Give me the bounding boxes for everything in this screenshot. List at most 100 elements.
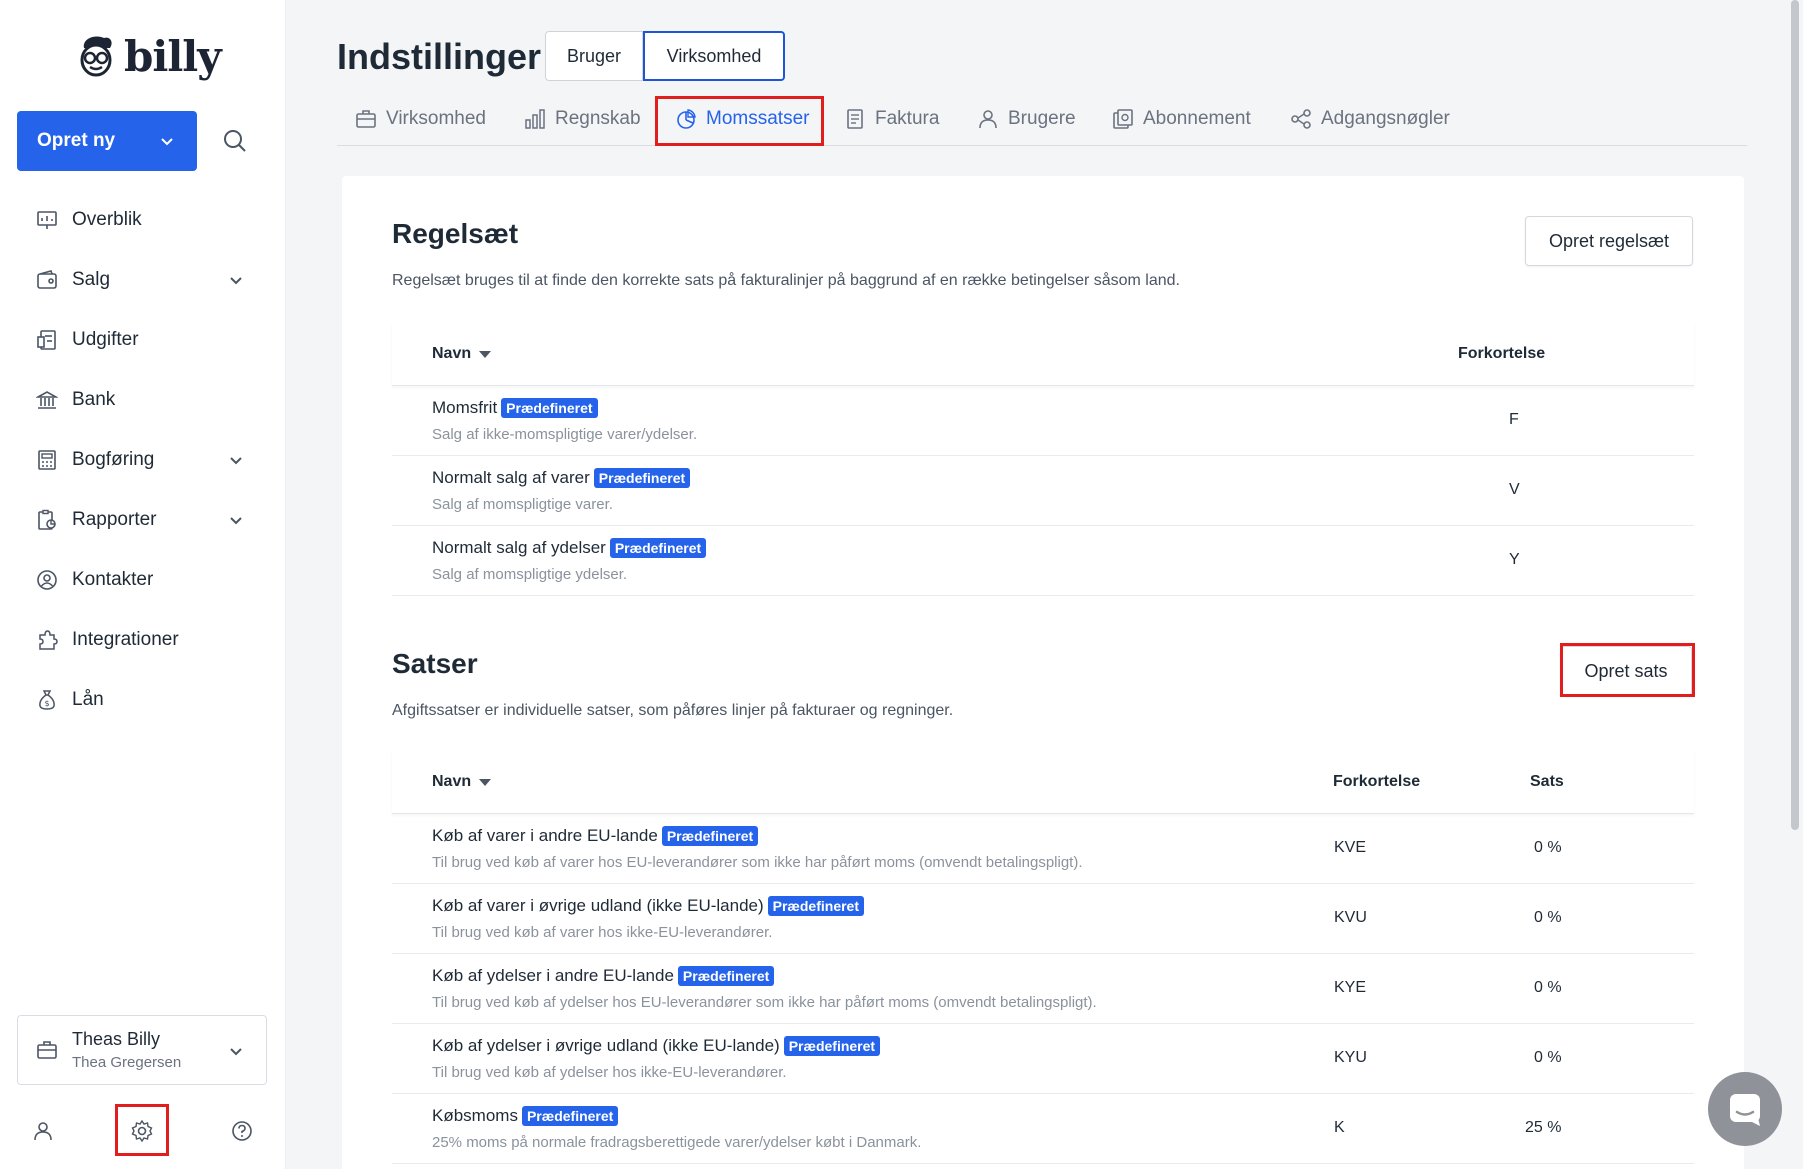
row-abbr: K (1334, 1119, 1345, 1136)
row-abbr: KVU (1334, 909, 1367, 926)
sidebar-item-laan[interactable]: $ Lån (0, 670, 286, 730)
help-icon[interactable] (229, 1118, 255, 1144)
create-ruleset-button[interactable]: Opret regelsæt (1525, 216, 1693, 266)
tab-label: Brugere (1008, 108, 1076, 129)
predefined-badge: Prædefineret (677, 966, 775, 986)
search-icon[interactable] (222, 128, 248, 154)
sidebar-item-salg[interactable]: Salg (0, 250, 286, 310)
row-abbr: Y (1509, 551, 1520, 568)
sort-caret-icon (479, 350, 492, 358)
sidebar-item-bogforing[interactable]: Bogføring (0, 430, 286, 490)
sidebar-item-overblik[interactable]: Overblik (0, 190, 286, 250)
segment-bruger[interactable]: Bruger (545, 31, 643, 81)
tab-label: Faktura (875, 108, 940, 129)
table-row[interactable]: Momsfrit Prædefineret Salg af ikke-momspl… (392, 386, 1694, 456)
page-title: Indstillinger (337, 36, 542, 77)
row-abbr: KYE (1334, 979, 1367, 996)
organization-user: Thea Gregersen (72, 1054, 182, 1071)
bank-icon (36, 391, 58, 409)
puzzle-icon (39, 630, 58, 650)
rulesets-description: Regelsæt bruges til at finde den korrekt… (392, 272, 1180, 289)
chevron-down-icon[interactable] (228, 272, 244, 288)
sidebar-item-label: Lån (72, 689, 104, 710)
segment-virksomhed[interactable]: Virksomhed (643, 31, 785, 81)
tab-abonnement[interactable]: Abonnement (1112, 96, 1251, 142)
rates-table: Navn Forkortelse Sats Køb af varer i and… (392, 750, 1694, 1164)
rulesets-table: Navn Forkortelse Momsfrit Prædefineret Sa… (392, 322, 1694, 596)
chevron-down-icon[interactable] (228, 512, 244, 528)
tab-virksomhed[interactable]: Virksomhed (355, 96, 486, 142)
row-description: Salg af ikke-momspligtige varer/ydelser. (432, 426, 698, 443)
sidebar-item-bank[interactable]: Bank (0, 370, 286, 430)
create-new-label: Opret ny (37, 130, 116, 151)
row-description: 25% moms på normale fradragsberettigede … (432, 1134, 922, 1151)
settings-scope-toggle: Bruger Virksomhed (545, 31, 785, 81)
sidebar-item-label: Salg (72, 269, 111, 290)
table-row[interactable]: Købsmoms Prædefineret 25% moms på normale… (392, 1094, 1694, 1164)
tab-adgangsnoegler[interactable]: Adgangsnøgler (1290, 96, 1450, 142)
predefined-badge: Prædefineret (661, 826, 759, 846)
sidebar-nav: Overblik Salg Udgifter Bank Bogføring Ra… (0, 190, 286, 730)
settings-highlight-box (115, 1104, 169, 1156)
bar-chart-icon (525, 109, 545, 129)
row-abbr: KYU (1334, 1049, 1367, 1066)
row-name: Køb af varer i øvrige udland (ikke EU-la… (432, 896, 764, 915)
sidebar-item-label: Overblik (72, 209, 142, 230)
tab-brugere[interactable]: Brugere (977, 96, 1076, 142)
row-name: Køb af varer i andre EU-lande (432, 826, 658, 845)
briefcase-icon (37, 1041, 57, 1059)
table-row[interactable]: Normalt salg af varer Prædefineret Salg a… (392, 456, 1694, 526)
tab-regnskab[interactable]: Regnskab (524, 96, 641, 142)
vat-settings-panel: Regelsæt Regelsæt bruges til at finde de… (342, 176, 1744, 1169)
chevron-down-icon[interactable] (228, 452, 244, 468)
table-header: Navn Forkortelse (392, 322, 1694, 386)
create-new-button[interactable]: Opret ny (17, 111, 197, 171)
predefined-badge: Prædefineret (767, 896, 864, 916)
rates-description: Afgiftssatser er individuelle satser, so… (392, 702, 954, 719)
tab-faktura[interactable]: Faktura (844, 96, 939, 142)
chat-icon (1730, 1094, 1760, 1126)
chat-support-button[interactable] (1708, 1072, 1782, 1146)
briefcase-icon (356, 110, 376, 128)
table-row[interactable]: Normalt salg af ydelser Prædefineret Salg… (392, 526, 1694, 596)
row-abbr: KVE (1334, 839, 1367, 856)
sort-by-name[interactable]: Navn (432, 345, 492, 363)
sidebar-item-label: Rapporter (72, 509, 157, 530)
sidebar: billy Opret ny Overblik Salg Udgifter Ba… (0, 0, 286, 1169)
row-abbr: F (1509, 411, 1519, 428)
brand-name: billy (124, 31, 222, 81)
table-row[interactable]: Køb af varer i øvrige udland (ikke EU-la… (392, 884, 1694, 954)
sidebar-item-label: Bogføring (72, 449, 155, 470)
table-row[interactable]: Køb af varer i andre EU-lande Prædefinere… (392, 814, 1694, 884)
page-scrollbar[interactable] (1791, 0, 1799, 830)
column-abbr: Forkortelse (1333, 773, 1421, 790)
row-abbr: V (1509, 481, 1520, 498)
moneybag-icon: $ (39, 690, 55, 710)
sidebar-item-udgifter[interactable]: Udgifter (0, 310, 286, 370)
row-description: Til brug ved køb af varer hos ikke-EU-le… (432, 924, 773, 941)
user-icon (979, 110, 997, 129)
tab-label: Virksomhed (386, 108, 486, 129)
sidebar-item-integrationer[interactable]: Integrationer (0, 610, 286, 670)
user-profile-icon[interactable] (30, 1118, 56, 1144)
chevron-down-icon (230, 1048, 242, 1056)
table-row[interactable]: Køb af ydelser i øvrige udland (ikke EU-… (392, 1024, 1694, 1094)
organization-switcher[interactable]: Theas Billy Thea Gregersen (17, 1015, 267, 1085)
tab-label: Regnskab (555, 108, 641, 129)
predefined-badge: Prædefineret (521, 1106, 619, 1126)
sidebar-item-rapporter[interactable]: Rapporter (0, 490, 286, 550)
row-rate: 0 % (1534, 909, 1562, 926)
column-name: Navn (432, 345, 472, 362)
row-name: Momsfrit (432, 398, 498, 417)
billy-logo[interactable]: billy (76, 30, 222, 82)
sidebar-item-kontakter[interactable]: Kontakter (0, 550, 286, 610)
predefined-badge: Prædefineret (783, 1036, 881, 1056)
row-name: Købsmoms (432, 1106, 518, 1125)
table-row[interactable]: Køb af ydelser i andre EU-lande Prædefine… (392, 954, 1694, 1024)
rulesets-title: Regelsæt (392, 218, 519, 249)
column-rate: Sats (1530, 773, 1564, 790)
calculator-icon (38, 450, 56, 470)
sort-by-name[interactable]: Navn (432, 773, 492, 791)
row-rate: 25 % (1525, 1119, 1562, 1136)
predefined-badge: Prædefineret (593, 468, 691, 488)
